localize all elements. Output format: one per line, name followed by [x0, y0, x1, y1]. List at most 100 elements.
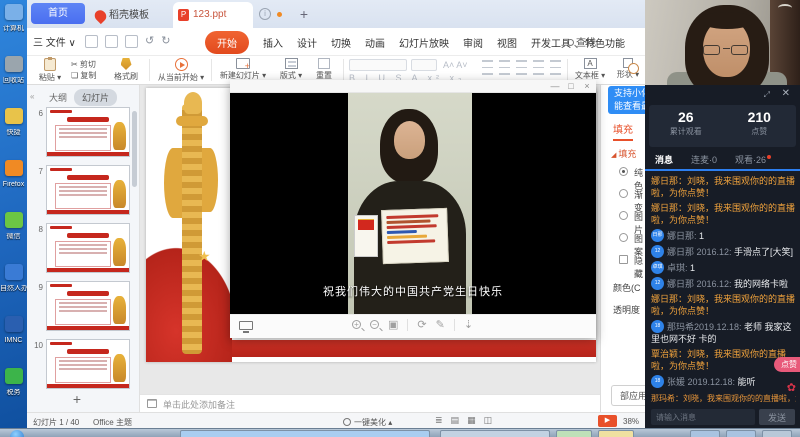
like-floating-badge[interactable]: 点赞	[774, 357, 800, 372]
desktop-icon-计算机[interactable]: 计算机	[0, 0, 27, 52]
checkbox-icon[interactable]	[619, 255, 628, 264]
docer-template-tab[interactable]: 稻壳模板	[91, 3, 169, 28]
radio-icon[interactable]	[619, 211, 628, 220]
fullscreen-monitor-icon[interactable]	[239, 321, 253, 330]
chat-message-list[interactable]: 娜日那：刘晓，我来围观你的的直播啦，为你点赞！娜日那：刘晓，我来围观你的的直播啦…	[651, 175, 796, 391]
redo-icon[interactable]: ↻	[161, 35, 170, 48]
shapes-button[interactable]: 形状 ▾	[613, 58, 643, 80]
desktop-icon-回收站[interactable]: 回收站	[0, 52, 27, 104]
ribbon-tab-审阅[interactable]: 审阅	[463, 35, 483, 50]
chat-tab-观看·26[interactable]: 观看·26	[735, 153, 771, 166]
avatar[interactable]: 18	[651, 375, 664, 388]
avatar[interactable]: 18	[651, 320, 664, 333]
edit-icon[interactable]: ✎	[436, 318, 445, 331]
avatar[interactable]: 12	[651, 245, 664, 258]
ribbon-tab-开发工具[interactable]: 开发工具	[531, 35, 571, 50]
chat-close-icon[interactable]: ✕	[782, 88, 790, 99]
avatar[interactable]: 卓琪	[651, 261, 664, 274]
download-icon[interactable]: ⇣	[464, 318, 473, 331]
new-slide-button[interactable]: 新建幻灯片 ▾	[217, 58, 269, 81]
resize-icon[interactable]: ⤢	[764, 90, 770, 100]
zoom-level[interactable]: 38%	[623, 417, 639, 426]
sync-status-icon[interactable]: i	[259, 8, 271, 20]
video-window-titlebar[interactable]: — □ ×	[230, 80, 596, 93]
radio-icon[interactable]	[619, 189, 628, 198]
chat-tab-消息[interactable]: 消息	[655, 153, 673, 166]
new-tab-button[interactable]: +	[295, 4, 313, 24]
start-button[interactable]	[10, 430, 24, 437]
fill-pane-tab[interactable]: 填充	[613, 121, 633, 141]
view-switcher[interactable]: ≣ ▤ ▦ ◫	[435, 415, 492, 426]
play-from-current-button[interactable]: 从当前开始 ▾	[155, 58, 207, 83]
font-size-box[interactable]	[411, 59, 437, 71]
desktop-icon-IMNC[interactable]: IMNC	[0, 312, 27, 364]
layout-button[interactable]: 版式 ▾	[275, 58, 307, 81]
cut-button[interactable]: ✂ 剪切	[71, 59, 96, 70]
file-menu-button[interactable]: 三 文件 ∨	[33, 34, 76, 49]
textbox-button[interactable]: A 文本框 ▾	[573, 58, 607, 81]
ribbon-tab-动画[interactable]: 动画	[365, 35, 385, 50]
print-icon[interactable]	[125, 35, 138, 48]
windows-taskbar[interactable]	[0, 428, 800, 437]
chat-tab-连麦·0[interactable]: 连麦·0	[691, 153, 717, 166]
ribbon-tab-切换[interactable]: 切换	[331, 35, 351, 50]
home-tab[interactable]: 首页	[31, 3, 85, 24]
save-icon[interactable]	[85, 35, 98, 48]
slide-thumbnail-9[interactable]: 9	[27, 281, 139, 339]
chat-input[interactable]	[651, 409, 755, 425]
slides-tab[interactable]: 幻灯片	[74, 89, 117, 106]
radio-icon[interactable]	[619, 167, 628, 176]
desktop-icon-Firefox[interactable]: Firefox	[0, 156, 27, 208]
desktop-icon-快捷[interactable]: 快捷	[0, 104, 27, 156]
ribbon-tab-开始[interactable]: 开始	[205, 31, 249, 54]
view-icon-3[interactable]: ◫	[484, 415, 493, 426]
slide-thumbnail-7[interactable]: 7	[27, 165, 139, 223]
view-icon-0[interactable]: ≣	[435, 415, 443, 426]
notes-bar[interactable]: 单击此处添加备注	[140, 394, 627, 412]
output-icon[interactable]	[105, 35, 118, 48]
desktop-icon-税务[interactable]: 税务	[0, 364, 27, 416]
ribbon-tab-视图[interactable]: 视图	[497, 35, 517, 50]
view-icon-2[interactable]: ▦	[467, 415, 476, 426]
font-grow-shrink[interactable]: A˄ A˅	[443, 60, 468, 70]
add-slide-button[interactable]: +	[67, 392, 87, 408]
ribbon-tab-插入[interactable]: 插入	[263, 35, 283, 50]
desktop-icon-自然人办税[interactable]: 自然人办税	[0, 260, 27, 312]
search-command[interactable]: 查找	[567, 34, 596, 49]
app-icon	[5, 212, 23, 228]
theme-name[interactable]: Office 主题	[93, 417, 132, 428]
fill-section-header[interactable]: 填充	[611, 147, 636, 160]
format-painter-button[interactable]: 格式刷	[109, 58, 143, 82]
paste-button[interactable]: 粘贴 ▾	[35, 58, 65, 83]
video-canvas[interactable]: 祝我们伟大的中国共产党生日快乐	[230, 93, 596, 314]
maximize-icon[interactable]: □	[564, 81, 578, 92]
desktop-icon-微信[interactable]: 微信	[0, 208, 27, 260]
slideshow-play-button[interactable]: ▶	[598, 415, 617, 427]
avatar[interactable]: 日那	[651, 229, 664, 242]
beautify-button[interactable]: 一键美化 ▴	[343, 417, 392, 428]
zoom-out-icon[interactable]: −	[370, 320, 379, 329]
minimize-icon[interactable]: —	[548, 81, 562, 92]
ribbon-tab-设计[interactable]: 设计	[297, 35, 317, 50]
slide-thumbnail-10[interactable]: 10	[27, 339, 139, 389]
slide-thumbnail-8[interactable]: 8	[27, 223, 139, 281]
rotate-icon[interactable]: ⟳	[417, 318, 426, 331]
reset-button[interactable]: 重置	[311, 58, 337, 81]
collapse-panel-icon[interactable]: «	[30, 92, 34, 101]
send-button[interactable]: 发送	[759, 409, 795, 425]
fit-view-icon[interactable]: ▣	[388, 318, 398, 331]
ribbon-tab-幻灯片放映[interactable]: 幻灯片放映	[399, 35, 449, 50]
paragraph-group-row1[interactable]	[479, 59, 564, 71]
undo-icon[interactable]: ↺	[145, 35, 154, 48]
zoom-in-icon[interactable]: +	[352, 320, 361, 329]
avatar[interactable]: 12	[651, 277, 664, 290]
document-tab-123ppt[interactable]: P 123.ppt	[173, 2, 253, 28]
view-icon-1[interactable]: ▤	[451, 415, 460, 426]
close-icon[interactable]: ×	[580, 81, 594, 92]
slide-thumbnail-6[interactable]: 6	[27, 107, 139, 165]
font-name-box[interactable]	[349, 59, 407, 71]
copy-button[interactable]: ❏ 复制	[71, 70, 96, 81]
slides-scrollbar[interactable]	[132, 111, 137, 187]
radio-icon[interactable]	[619, 233, 628, 242]
outline-tab[interactable]: 大纲	[49, 91, 67, 104]
